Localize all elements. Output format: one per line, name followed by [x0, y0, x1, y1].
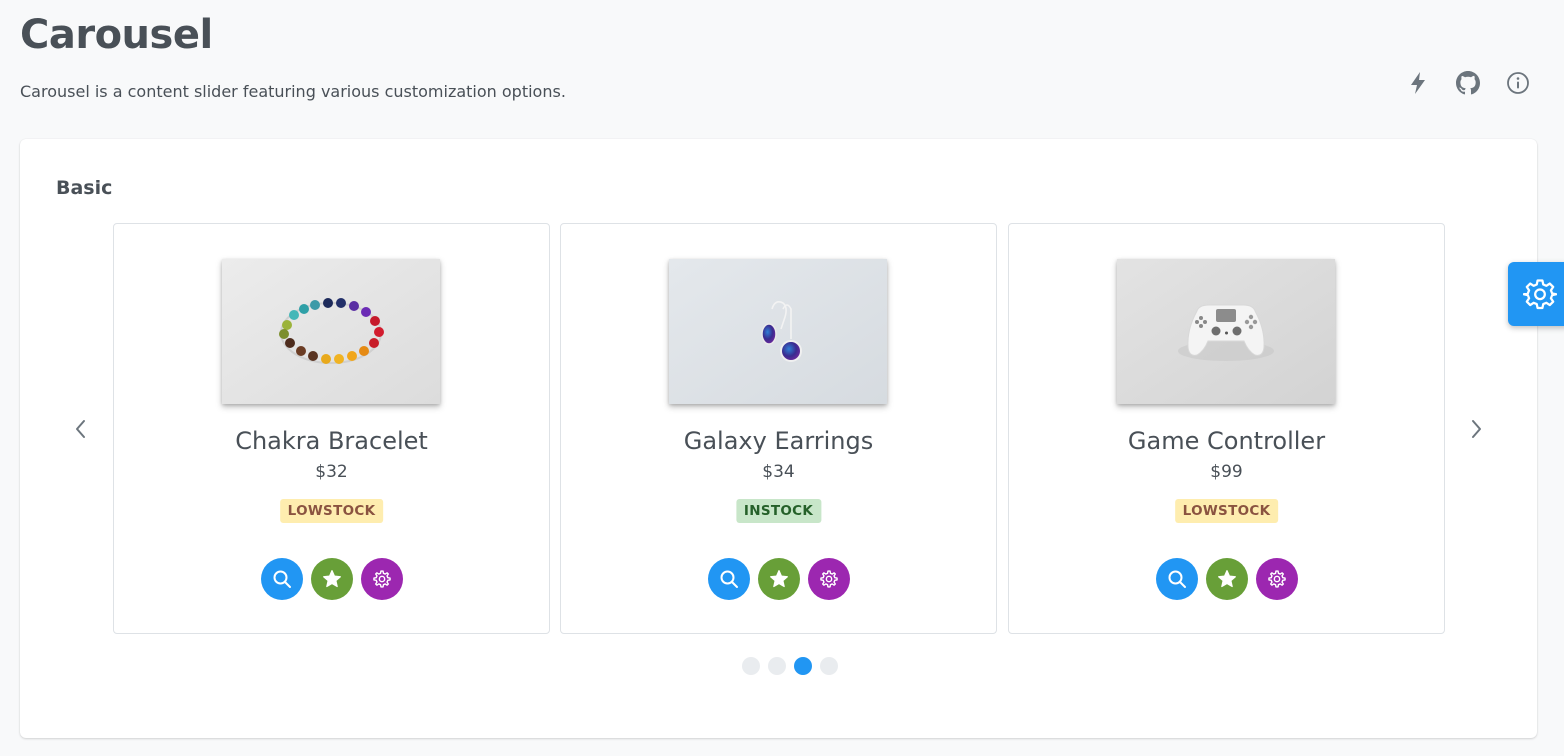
chevron-right-icon — [1472, 420, 1481, 438]
favorite-button[interactable] — [1205, 558, 1248, 600]
info-link[interactable] — [1506, 70, 1530, 96]
indicator-page-4[interactable] — [819, 657, 838, 675]
product-actions — [561, 558, 996, 600]
playground-link[interactable] — [1406, 70, 1430, 96]
star-icon — [322, 570, 341, 588]
product-price: $32 — [315, 462, 348, 482]
product-name: Galaxy Earrings — [683, 427, 874, 455]
carousel-indicators — [20, 657, 1537, 675]
carousel-card: Basic Chakra Bracelet $32 LOWSTOCK Galax… — [20, 139, 1537, 738]
settings-button[interactable] — [1255, 558, 1298, 600]
carousel-prev-button[interactable] — [63, 411, 99, 447]
gear-icon — [1523, 279, 1557, 310]
gear-icon — [819, 570, 838, 588]
product-price: $34 — [762, 462, 795, 482]
search-icon — [1168, 570, 1186, 588]
info-icon — [1507, 72, 1529, 94]
view-button[interactable] — [260, 558, 303, 600]
product-name: Game Controller — [1127, 427, 1326, 455]
indicator-page-3[interactable] — [793, 657, 812, 675]
product-image-controller — [1117, 259, 1335, 404]
lightning-icon — [1411, 72, 1425, 94]
favorite-button[interactable] — [310, 558, 353, 600]
github-icon — [1456, 71, 1480, 95]
indicator-page-2[interactable] — [767, 657, 786, 675]
view-button[interactable] — [707, 558, 750, 600]
product-price: $99 — [1210, 462, 1243, 482]
status-badge: INSTOCK — [735, 499, 822, 523]
product-name: Chakra Bracelet — [235, 427, 428, 455]
settings-button[interactable] — [807, 558, 850, 600]
chevron-left-icon — [76, 420, 85, 438]
gear-icon — [1267, 570, 1286, 588]
search-icon — [273, 570, 291, 588]
indicator-page-1[interactable] — [741, 657, 760, 675]
product-image-bracelet — [222, 259, 440, 404]
search-icon — [720, 570, 738, 588]
github-link[interactable] — [1456, 70, 1480, 96]
star-icon — [769, 570, 788, 588]
configurator-button[interactable] — [1508, 262, 1564, 326]
favorite-button[interactable] — [757, 558, 800, 600]
carousel-item: Chakra Bracelet $32 LOWSTOCK — [113, 223, 550, 634]
gear-icon — [372, 570, 391, 588]
product-image-earrings — [669, 259, 887, 404]
status-badge: LOWSTOCK — [279, 499, 384, 523]
page-title: Carousel — [20, 12, 213, 58]
product-actions — [1009, 558, 1444, 600]
carousel-item: Game Controller $99 LOWSTOCK — [1008, 223, 1445, 634]
carousel-item: Galaxy Earrings $34 INSTOCK — [560, 223, 997, 634]
carousel-next-button[interactable] — [1458, 411, 1494, 447]
header-actions — [1406, 70, 1530, 96]
status-badge: LOWSTOCK — [1174, 499, 1279, 523]
settings-button[interactable] — [360, 558, 403, 600]
page-subtitle: Carousel is a content slider featuring v… — [20, 82, 566, 101]
view-button[interactable] — [1155, 558, 1198, 600]
section-title: Basic — [56, 177, 113, 199]
star-icon — [1217, 570, 1236, 588]
product-actions — [114, 558, 549, 600]
